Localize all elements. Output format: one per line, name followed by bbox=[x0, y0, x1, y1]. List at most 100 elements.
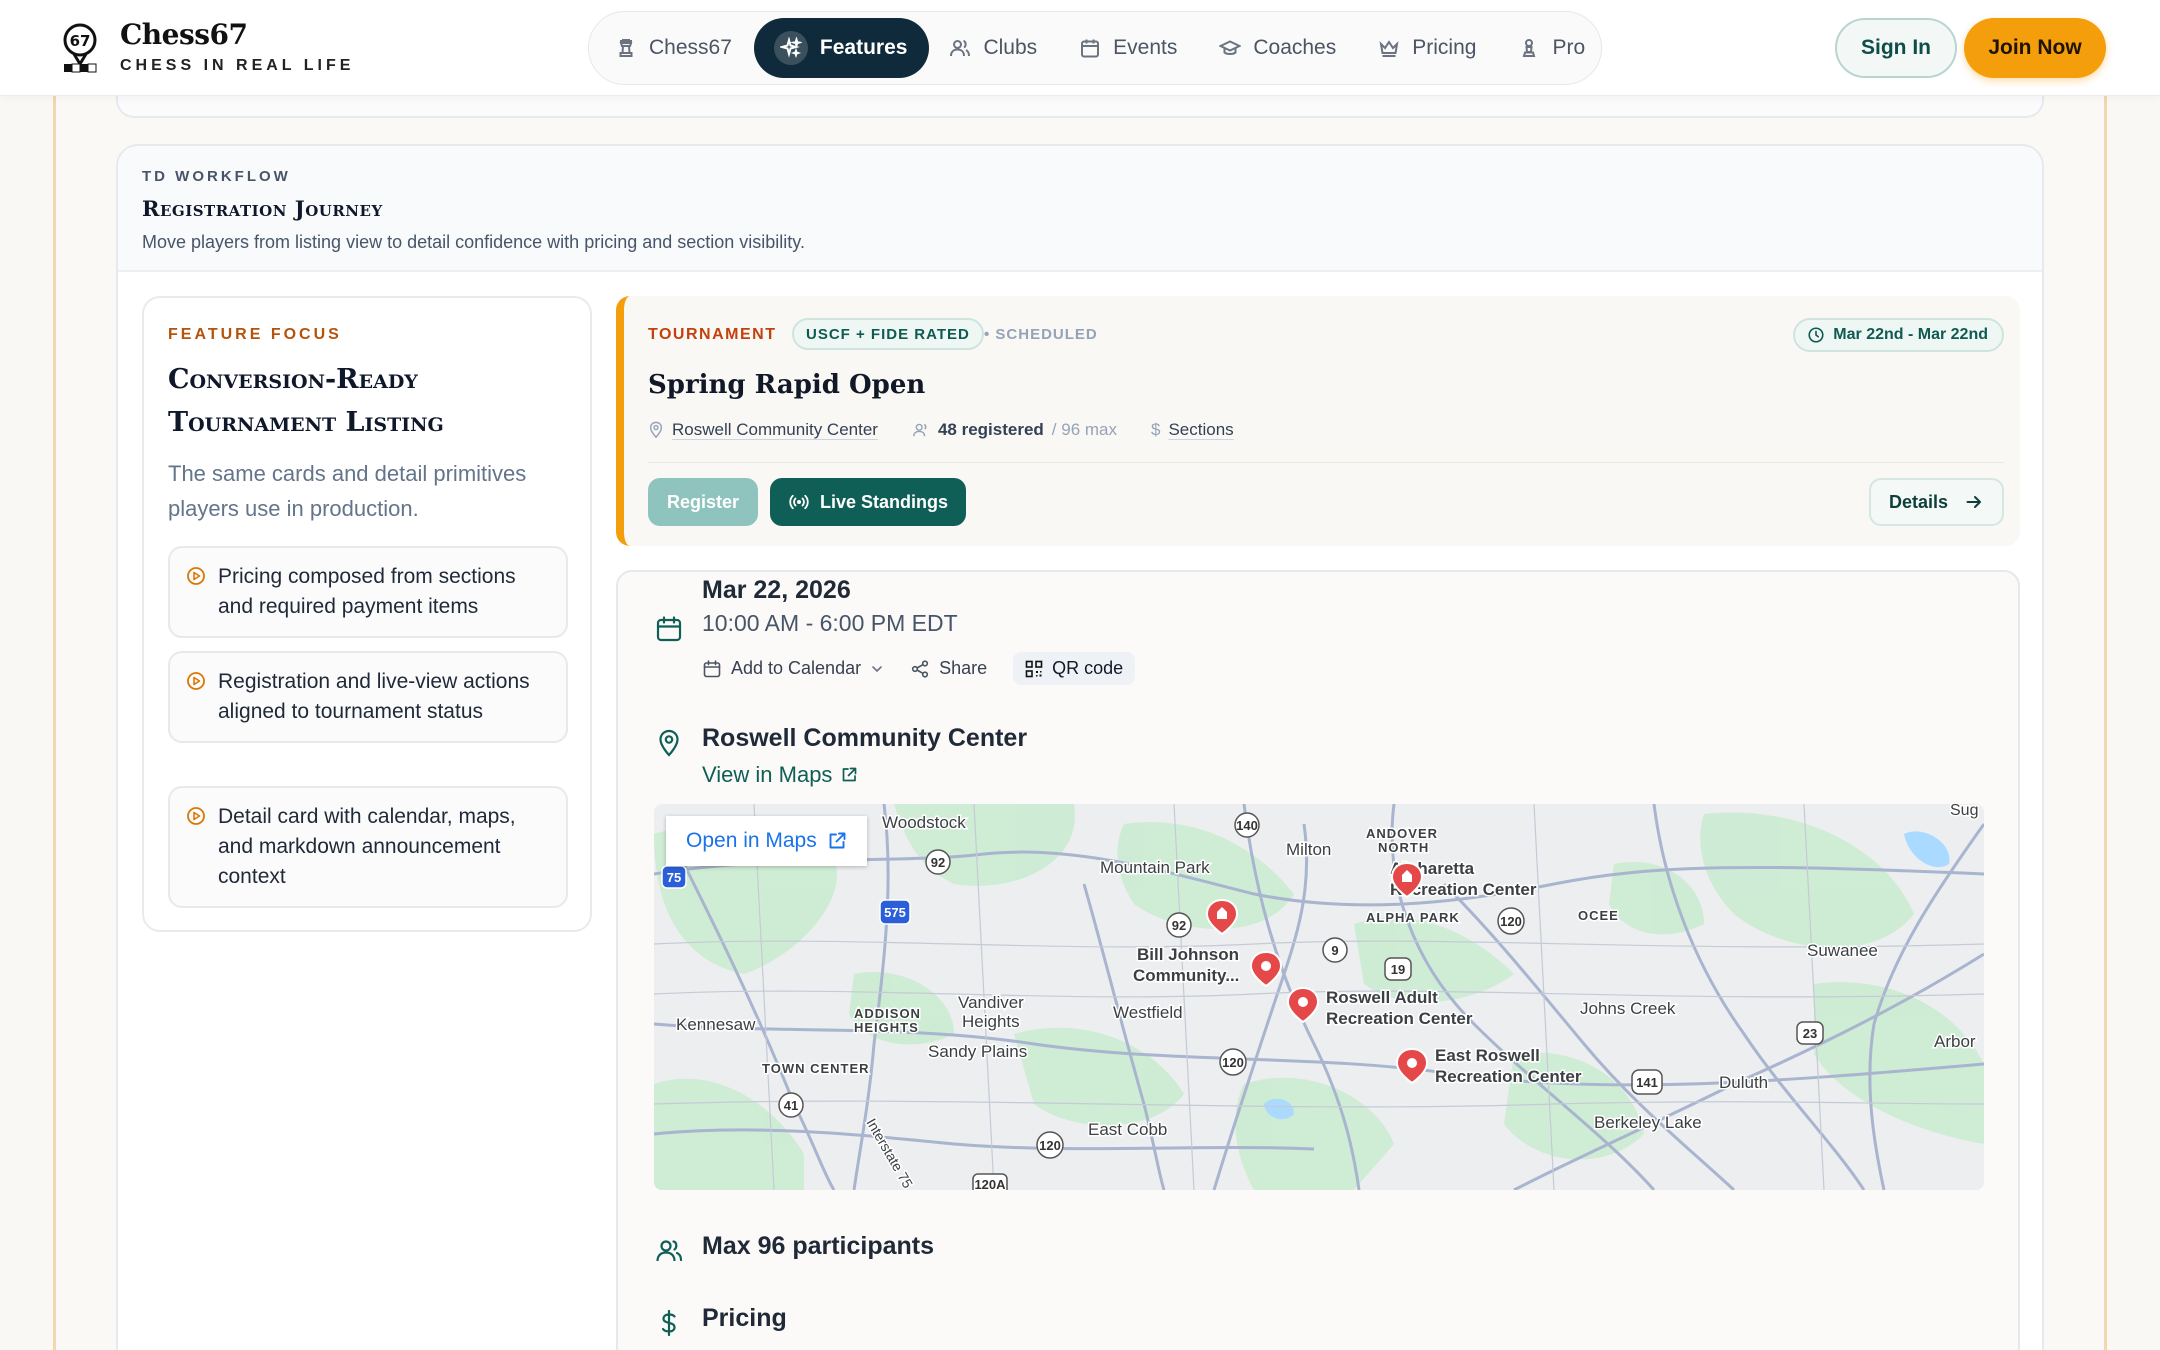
rook-icon bbox=[619, 39, 633, 57]
svg-text:140: 140 bbox=[1236, 818, 1258, 833]
nav-label: Events bbox=[1113, 36, 1178, 59]
external-link-icon bbox=[829, 832, 846, 849]
tournament-meta: Roswell Community Center 48 registered /… bbox=[648, 420, 1234, 440]
focus-eyebrow: FEATURE FOCUS bbox=[168, 326, 342, 343]
section-eyebrow: TD WORKFLOW bbox=[142, 168, 291, 185]
map-label: Johns Creek bbox=[1580, 999, 1676, 1018]
users-icon bbox=[913, 423, 927, 437]
svg-text:75: 75 bbox=[667, 870, 681, 885]
live-standings-label: Live Standings bbox=[820, 491, 949, 512]
svg-text:575: 575 bbox=[884, 905, 906, 920]
play-circle-icon bbox=[187, 567, 205, 585]
map-label: ALPHA PARK bbox=[1366, 910, 1460, 925]
view-in-maps-link[interactable]: View in Maps bbox=[702, 762, 858, 788]
open-in-maps-label: Open in Maps bbox=[686, 829, 817, 852]
tournament-type-tag: TOURNAMENT bbox=[648, 326, 777, 343]
svg-text:19: 19 bbox=[1391, 962, 1405, 977]
top-header: 67 Chess67 CHESS IN REAL LIFE Chess67 Fe… bbox=[0, 0, 2160, 96]
join-now-button[interactable]: Join Now bbox=[1964, 18, 2106, 78]
nav-item-chess67[interactable]: Chess67 bbox=[595, 18, 754, 78]
registered-count: 48 registered bbox=[937, 420, 1044, 439]
svg-text:92: 92 bbox=[931, 855, 945, 870]
sections-link[interactable]: Sections bbox=[1168, 420, 1233, 440]
status-badge: • SCHEDULED bbox=[984, 326, 1098, 343]
embedded-map[interactable]: 140 92 92 9 19 120 120 141 23 41 120 575… bbox=[654, 804, 1984, 1190]
nav-item-pro[interactable]: Pro bbox=[1498, 18, 1607, 78]
open-in-maps-button[interactable]: Open in Maps bbox=[666, 816, 867, 866]
map-label: Westfield bbox=[1113, 1003, 1183, 1022]
map-label: Woodstock bbox=[882, 813, 966, 832]
arrow-right-icon bbox=[1966, 496, 1981, 508]
tournament-location-link[interactable]: Roswell Community Center bbox=[672, 420, 878, 440]
qr-code-label: QR code bbox=[1052, 658, 1124, 678]
users-icon bbox=[950, 40, 971, 57]
brand-subtitle: CHESS IN REAL LIFE bbox=[120, 57, 355, 74]
crown-icon bbox=[1379, 40, 1399, 57]
clock-icon bbox=[1808, 327, 1824, 343]
map-label: Berkeley Lake bbox=[1594, 1113, 1702, 1132]
tournament-title[interactable]: Spring Rapid Open bbox=[648, 370, 925, 400]
svg-text:141: 141 bbox=[1636, 1075, 1658, 1090]
svg-text:120A: 120A bbox=[974, 1177, 1006, 1190]
svg-text:120: 120 bbox=[1500, 914, 1522, 929]
chess-logo-icon[interactable]: 67 bbox=[58, 20, 102, 76]
nav-label: Features bbox=[819, 36, 908, 59]
map-label: HEIGHTS bbox=[854, 1020, 919, 1035]
play-circle-icon bbox=[187, 807, 205, 825]
tournament-card[interactable]: TOURNAMENT USCF + FIDE RATED • SCHEDULED… bbox=[616, 296, 2020, 546]
map-label: East Cobb bbox=[1088, 1120, 1167, 1139]
register-button[interactable]: Register bbox=[648, 478, 758, 526]
map-label: OCEE bbox=[1578, 908, 1619, 923]
live-standings-button[interactable]: Live Standings bbox=[770, 478, 967, 526]
svg-text:41: 41 bbox=[784, 1098, 798, 1113]
nav-label: Coaches bbox=[1253, 36, 1337, 59]
map-label: Duluth bbox=[1719, 1073, 1768, 1092]
nav-item-pricing[interactable]: Pricing bbox=[1358, 18, 1498, 78]
map-pin-icon bbox=[659, 729, 679, 757]
map-label: Vandiver bbox=[958, 993, 1024, 1012]
map-label: Suwanee bbox=[1807, 941, 1878, 960]
nav-item-events[interactable]: Events bbox=[1059, 18, 1199, 78]
focus-item-text: Pricing composed from sections and requi… bbox=[218, 565, 516, 618]
qr-code-icon bbox=[1025, 660, 1043, 677]
nav-item-coaches[interactable]: Coaches bbox=[1199, 18, 1358, 78]
play-circle-icon bbox=[187, 672, 205, 690]
focus-item: Detail card with calendar, maps, and mar… bbox=[168, 786, 568, 908]
qr-code-button[interactable]: QR code bbox=[1013, 652, 1136, 685]
main-nav: Chess67 Features Clubs Events Coaches Pr… bbox=[588, 11, 1602, 85]
svg-text:23: 23 bbox=[1803, 1026, 1817, 1041]
details-button[interactable]: Details bbox=[1868, 478, 2004, 526]
focus-item-text: Detail card with calendar, maps, and mar… bbox=[218, 805, 516, 888]
brand-title[interactable]: Chess67 bbox=[120, 18, 248, 51]
dollar-icon bbox=[661, 1309, 676, 1337]
map-label: ADDISON bbox=[854, 1006, 921, 1021]
venue-name: Roswell Community Center bbox=[702, 724, 1028, 752]
broadcast-icon bbox=[789, 494, 809, 510]
map-label: East Roswell bbox=[1435, 1046, 1540, 1065]
map-label: Community... bbox=[1133, 966, 1239, 985]
svg-text:92: 92 bbox=[1172, 918, 1186, 933]
map-label: Sandy Plains bbox=[928, 1042, 1027, 1061]
share-button[interactable]: Share bbox=[910, 658, 987, 679]
nav-label: Clubs bbox=[983, 36, 1038, 59]
map-label: Heights bbox=[962, 1012, 1020, 1031]
pricing-heading: Pricing bbox=[702, 1304, 787, 1332]
map-label: Roswell Adult bbox=[1326, 988, 1438, 1007]
nav-item-features[interactable]: Features bbox=[753, 18, 930, 78]
focus-title: Conversion-Ready Tournament Listing bbox=[168, 364, 444, 438]
add-to-calendar-button[interactable]: Add to Calendar bbox=[702, 658, 884, 679]
registration-journey-section: TD WORKFLOW Registration Journey Move pl… bbox=[116, 144, 2044, 1350]
pawn-icon bbox=[1523, 39, 1536, 57]
nav-item-clubs[interactable]: Clubs bbox=[929, 18, 1059, 78]
map-label: ANDOVER bbox=[1366, 826, 1438, 841]
map-label: Arbor bbox=[1934, 1032, 1976, 1051]
tournament-detail-card: Mar 22, 2026 10:00 AM - 6:00 PM EDT Add … bbox=[616, 570, 2020, 1350]
dollar-icon: $ bbox=[1151, 420, 1161, 439]
feature-focus-card: FEATURE FOCUS Conversion-Ready Tournamen… bbox=[142, 296, 592, 932]
map-label: Sug bbox=[1950, 804, 1978, 819]
event-time: 10:00 AM - 6:00 PM EDT bbox=[702, 610, 958, 636]
calendar-icon bbox=[656, 616, 682, 642]
focus-item-text: Registration and live-view actions align… bbox=[218, 670, 530, 723]
sign-in-button[interactable]: Sign In bbox=[1835, 18, 1957, 78]
users-icon bbox=[656, 1240, 683, 1262]
